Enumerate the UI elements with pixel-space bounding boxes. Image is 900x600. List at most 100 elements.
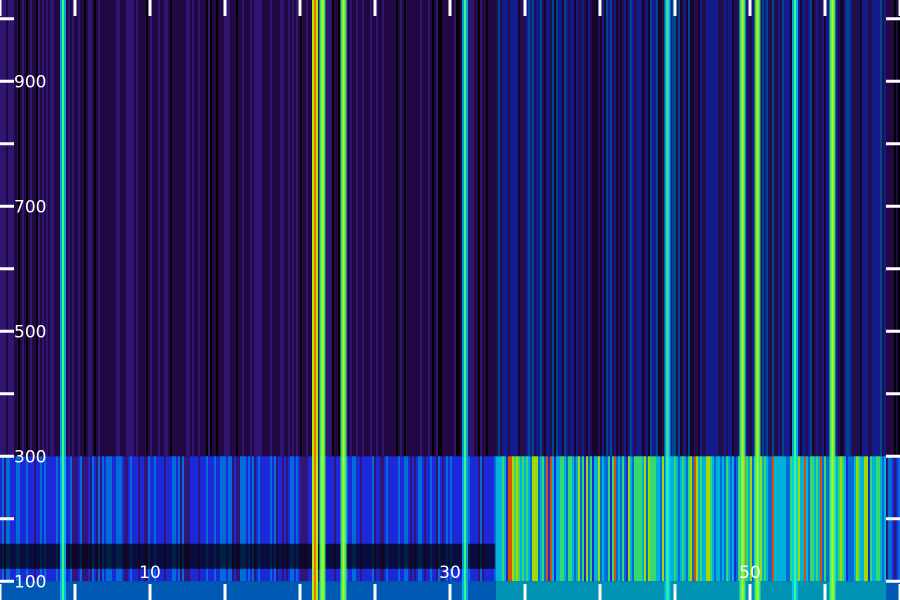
heat-column-bottom bbox=[848, 581, 850, 600]
heat-column-bottom bbox=[858, 581, 860, 600]
heat-column bbox=[136, 0, 138, 457]
heat-column-bottom bbox=[546, 581, 548, 600]
heat-column-low bbox=[684, 456, 686, 582]
heat-column-bottom bbox=[772, 581, 774, 600]
heat-column-low bbox=[500, 456, 502, 582]
heat-column-bottom bbox=[472, 581, 474, 600]
heat-column-bottom bbox=[532, 581, 534, 600]
heat-column-bottom bbox=[218, 581, 220, 600]
heat-column-low bbox=[562, 456, 564, 582]
heat-column-bottom bbox=[108, 581, 110, 600]
heat-column bbox=[778, 0, 780, 457]
heat-column bbox=[860, 0, 862, 457]
heat-column bbox=[488, 0, 490, 457]
heat-column-low bbox=[642, 456, 644, 582]
heat-column-bottom bbox=[418, 581, 420, 600]
heat-column-bottom bbox=[578, 581, 580, 600]
low-band-gap bbox=[0, 543, 495, 569]
heat-column bbox=[642, 0, 644, 457]
heat-column-bottom bbox=[202, 581, 204, 600]
heat-column bbox=[710, 0, 712, 457]
heat-column bbox=[120, 0, 122, 457]
heat-column-bottom bbox=[730, 581, 732, 600]
heat-column-bottom bbox=[504, 581, 506, 600]
heat-column bbox=[708, 0, 710, 457]
heat-column-bottom bbox=[236, 581, 238, 600]
heat-column bbox=[646, 0, 648, 457]
heat-column-bottom bbox=[496, 581, 498, 600]
heat-column-bottom bbox=[330, 581, 332, 600]
heat-column-low bbox=[526, 456, 528, 582]
heat-column bbox=[276, 0, 278, 457]
heat-column bbox=[606, 0, 608, 457]
heat-column bbox=[788, 0, 790, 457]
y-tick-label: 900 bbox=[14, 72, 46, 92]
heat-column bbox=[374, 0, 376, 457]
heat-column bbox=[736, 0, 738, 457]
heat-column bbox=[116, 0, 118, 457]
heat-column-low bbox=[616, 456, 618, 582]
heat-column-bottom bbox=[126, 581, 128, 600]
heat-column bbox=[396, 0, 398, 457]
heat-column-bottom bbox=[86, 581, 88, 600]
heat-column bbox=[480, 0, 482, 457]
heat-column bbox=[518, 0, 520, 457]
heat-column bbox=[112, 0, 114, 457]
heat-column bbox=[326, 0, 328, 457]
heat-column-low bbox=[608, 456, 610, 582]
heat-column bbox=[704, 0, 706, 457]
heat-column-bottom bbox=[362, 581, 364, 600]
heat-column-low bbox=[544, 456, 546, 582]
heat-column-low bbox=[518, 456, 520, 582]
heat-column bbox=[106, 0, 108, 457]
heat-column-bottom bbox=[264, 581, 266, 600]
heat-column-low bbox=[590, 456, 592, 582]
heat-column bbox=[540, 0, 542, 457]
heat-column bbox=[804, 0, 806, 457]
heat-column-low bbox=[806, 456, 808, 582]
heat-column-bottom bbox=[568, 581, 570, 600]
heat-column-bottom bbox=[414, 581, 416, 600]
heat-column-bottom bbox=[176, 581, 178, 600]
heat-column-bottom bbox=[282, 581, 284, 600]
y-tick-label: 500 bbox=[14, 322, 46, 342]
heat-column bbox=[632, 0, 634, 457]
heat-column-low bbox=[836, 456, 838, 582]
heat-column bbox=[662, 0, 664, 457]
heat-column bbox=[130, 0, 132, 457]
heat-column-bottom bbox=[446, 581, 448, 600]
heat-column bbox=[470, 0, 472, 457]
heat-column bbox=[302, 0, 304, 457]
heat-column bbox=[406, 0, 408, 457]
heat-column-bottom bbox=[616, 581, 618, 600]
heat-column bbox=[468, 0, 470, 457]
heat-column bbox=[204, 0, 206, 457]
heat-column-bottom bbox=[572, 581, 574, 600]
heat-column bbox=[542, 0, 544, 457]
heat-column-bottom bbox=[98, 581, 100, 600]
heat-column bbox=[790, 0, 792, 457]
heat-column bbox=[98, 0, 100, 457]
heat-column-low bbox=[818, 456, 820, 582]
heat-column bbox=[766, 0, 768, 457]
heat-column bbox=[594, 0, 596, 457]
heat-column-bottom bbox=[250, 581, 252, 600]
heat-column-bottom bbox=[518, 581, 520, 600]
heat-column-low bbox=[790, 456, 792, 582]
heat-column bbox=[724, 0, 726, 457]
heat-column bbox=[884, 0, 886, 457]
heat-column-bottom bbox=[422, 581, 424, 600]
heat-column-bottom bbox=[294, 581, 296, 600]
heat-column-bottom bbox=[286, 581, 288, 600]
heat-column-bottom bbox=[132, 581, 134, 600]
heat-column bbox=[142, 0, 144, 457]
heat-column bbox=[476, 0, 478, 457]
bright-column-core bbox=[464, 0, 466, 600]
heat-column-low bbox=[730, 456, 732, 582]
heat-column bbox=[410, 0, 412, 457]
heat-column-bottom bbox=[208, 581, 210, 600]
heat-column-low bbox=[698, 456, 700, 582]
heat-column bbox=[334, 0, 336, 457]
heat-column bbox=[408, 0, 410, 457]
heat-column-low bbox=[868, 456, 870, 582]
